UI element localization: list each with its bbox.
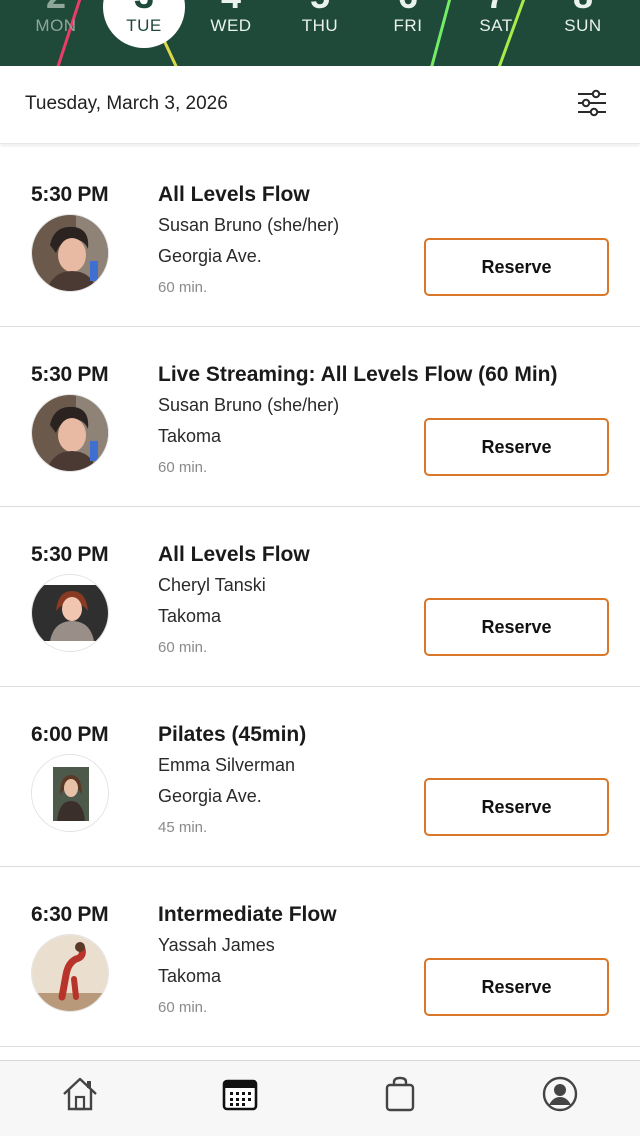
day-number: 4 [191,0,271,14]
home-icon [63,1077,97,1111]
tab-home[interactable] [58,1074,102,1114]
class-duration: 60 min. [158,279,208,296]
day-number: 7 [456,0,536,14]
filter-sliders-icon [578,89,606,117]
class-time: 6:00 PM [31,723,109,746]
class-time: 5:30 PM [31,363,109,386]
class-list-item: 5:30 PM Live Streaming: All Levels Flow … [0,327,640,507]
day-sat[interactable]: 7 SAT [456,0,536,66]
day-name: FRI [393,16,423,35]
tab-shop[interactable] [378,1074,422,1114]
class-list-item: 5:30 PM All Levels Flow Susan Bruno (she… [0,147,640,327]
class-name[interactable]: All Levels Flow [158,543,310,567]
instructor-avatar [31,574,109,652]
instructor-name[interactable]: Emma Silverman [158,755,295,776]
class-name[interactable]: Live Streaming: All Levels Flow (60 Min) [158,363,557,387]
reserve-button[interactable]: Reserve [424,598,609,656]
day-sun[interactable]: 8 SUN [543,0,623,66]
class-time: 6:30 PM [31,903,109,926]
day-thu[interactable]: 5 THU [280,0,360,66]
selected-date-label: Tuesday, March 3, 2026 [25,93,228,114]
day-mon[interactable]: 2 MON [16,0,96,66]
class-name[interactable]: Pilates (45min) [158,723,306,747]
reserve-button[interactable]: Reserve [424,418,609,476]
class-location: Takoma [158,426,222,446]
calendar-icon [222,1079,258,1111]
instructor-name[interactable]: Yassah James [158,935,275,956]
day-number: 2 [16,0,96,14]
class-name[interactable]: All Levels Flow [158,183,310,207]
day-name: WED [210,16,252,35]
week-day-selector: 2 MON 3 TUE 4 WED 5 THU 6 FRI 7 SAT 8 SU… [0,0,640,66]
day-wed[interactable]: 4 WED [191,0,271,66]
filter-button[interactable] [574,86,610,120]
class-location: Georgia Ave. [158,246,262,266]
shopping-bag-icon [385,1076,415,1112]
instructor-avatar [31,394,109,472]
class-duration: 60 min. [158,459,208,476]
reserve-button[interactable]: Reserve [424,958,609,1016]
day-number: 5 [280,0,360,14]
class-location: Takoma [158,966,222,986]
class-duration: 60 min. [158,999,208,1016]
class-list-item: 6:00 PM Pilates (45min) Emma Silverman G… [0,687,640,867]
bottom-tab-bar [0,1060,640,1136]
instructor-name[interactable]: Cheryl Tanski [158,575,266,596]
class-duration: 45 min. [158,819,208,836]
instructor-avatar [31,754,109,832]
class-location: Takoma [158,606,222,626]
day-name: SUN [564,16,602,35]
class-duration: 60 min. [158,639,208,656]
class-list-item: 6:30 PM Intermediate Flow Yassah James T… [0,867,640,1047]
app-screen: 2 MON 3 TUE 4 WED 5 THU 6 FRI 7 SAT 8 SU… [0,0,640,1136]
day-name: MON [35,16,77,35]
reserve-button[interactable]: Reserve [424,238,609,296]
instructor-name[interactable]: Susan Bruno (she/her) [158,215,339,236]
reserve-button[interactable]: Reserve [424,778,609,836]
profile-icon [542,1076,578,1112]
day-number: 3 [104,0,184,14]
tab-schedule[interactable] [218,1074,262,1114]
day-name: THU [301,16,339,35]
date-header: Tuesday, March 3, 2026 [0,66,640,144]
day-name: TUE [126,16,162,35]
instructor-avatar [31,934,109,1012]
class-list-item: 5:30 PM All Levels Flow Cheryl Tanski Ta… [0,507,640,687]
day-number: 8 [543,0,623,14]
class-name[interactable]: Intermediate Flow [158,903,337,927]
day-fri[interactable]: 6 FRI [368,0,448,66]
instructor-name[interactable]: Susan Bruno (she/her) [158,395,339,416]
day-tue-selected[interactable]: 3 TUE [103,0,185,66]
day-number: 6 [368,0,448,14]
day-name: SAT [479,16,513,35]
class-time: 5:30 PM [31,183,109,206]
class-location: Georgia Ave. [158,786,262,806]
class-time: 5:30 PM [31,543,109,566]
tab-profile[interactable] [538,1074,582,1114]
instructor-avatar [31,214,109,292]
